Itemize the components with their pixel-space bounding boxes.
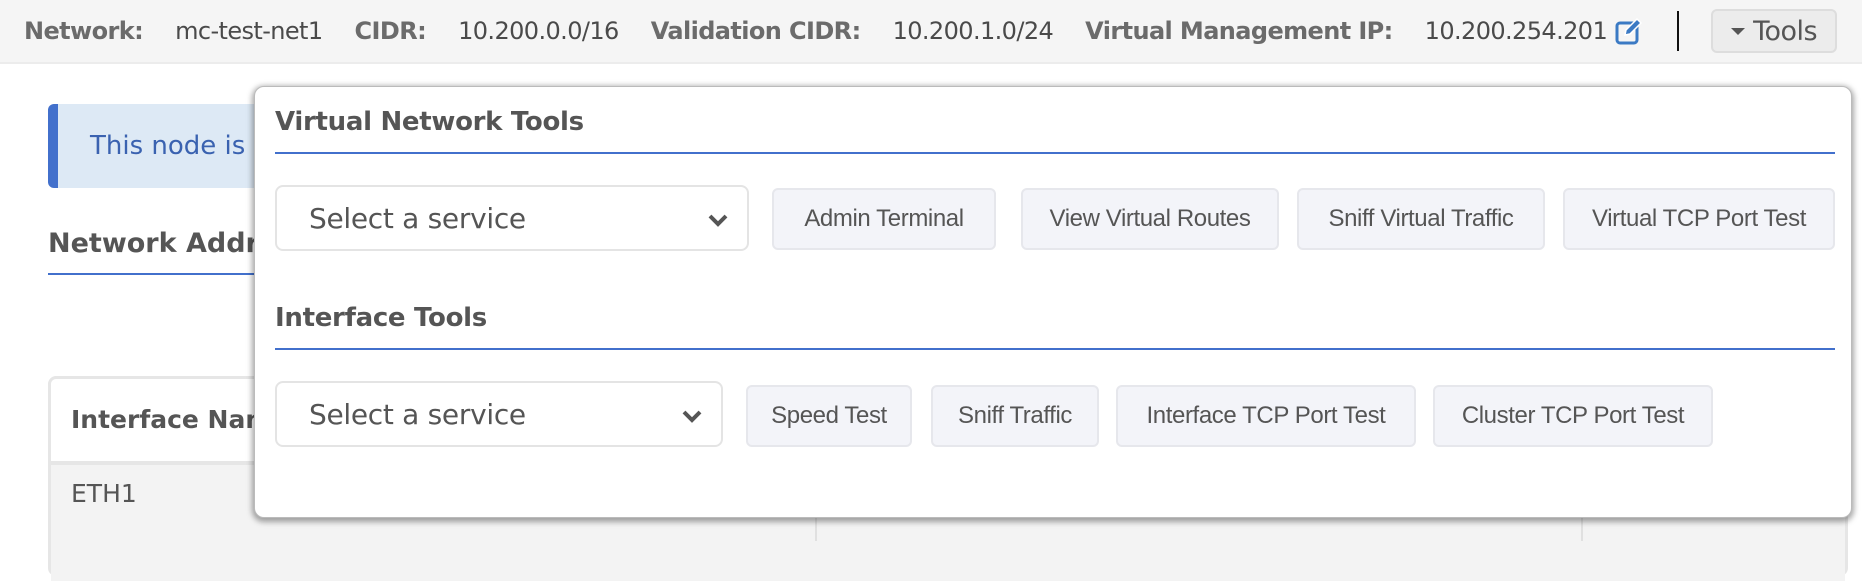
network-info-bar: Network: mc-test-net1 CIDR: 10.200.0.0/1… bbox=[0, 0, 1862, 64]
virtual-network-service-select[interactable]: Select a service bbox=[275, 185, 749, 251]
sniff-traffic-button[interactable]: Sniff Traffic bbox=[931, 385, 1099, 447]
cidr-label: CIDR: bbox=[354, 17, 427, 45]
interface-tcp-port-test-button[interactable]: Interface TCP Port Test bbox=[1116, 385, 1416, 447]
network-addresses-title: Network Addre bbox=[48, 228, 278, 259]
virtual-management-ip-value: 10.200.254.201 bbox=[1424, 17, 1608, 45]
speed-test-button[interactable]: Speed Test bbox=[746, 385, 912, 447]
virtual-network-tools-title: Virtual Network Tools bbox=[275, 107, 584, 137]
interface-service-select[interactable]: Select a service bbox=[275, 381, 723, 447]
chevron-down-icon bbox=[708, 214, 728, 227]
tools-dropdown-button[interactable]: Tools bbox=[1711, 9, 1838, 53]
section-divider bbox=[275, 348, 1835, 350]
cidr-value: 10.200.0.0/16 bbox=[458, 17, 619, 45]
select-value: Select a service bbox=[309, 201, 526, 235]
edit-icon[interactable] bbox=[1615, 17, 1643, 45]
section-divider bbox=[275, 152, 1835, 154]
tools-dropdown-panel: Virtual Network Tools Select a service A… bbox=[254, 86, 1852, 518]
sniff-virtual-traffic-button[interactable]: Sniff Virtual Traffic bbox=[1297, 188, 1545, 250]
chevron-down-icon bbox=[682, 410, 702, 423]
caret-down-icon bbox=[1731, 27, 1746, 35]
virtual-management-ip-label: Virtual Management IP: bbox=[1085, 17, 1393, 45]
network-label: Network: bbox=[24, 17, 144, 45]
network-value: mc-test-net1 bbox=[175, 17, 323, 45]
select-value: Select a service bbox=[309, 397, 526, 431]
tools-label: Tools bbox=[1753, 15, 1818, 47]
column-header-interface-name: Interface Nam bbox=[71, 404, 272, 434]
view-virtual-routes-button[interactable]: View Virtual Routes bbox=[1021, 188, 1279, 250]
divider bbox=[1677, 11, 1680, 51]
cell-interface-name: ETH1 bbox=[71, 479, 137, 508]
virtual-tcp-port-test-button[interactable]: Virtual TCP Port Test bbox=[1563, 188, 1835, 250]
alert-text: This node is a bbox=[90, 131, 270, 161]
admin-terminal-button[interactable]: Admin Terminal bbox=[772, 188, 996, 250]
interface-tools-title: Interface Tools bbox=[275, 303, 487, 333]
validation-cidr-label: Validation CIDR: bbox=[650, 17, 861, 45]
validation-cidr-value: 10.200.1.0/24 bbox=[892, 17, 1054, 45]
cluster-tcp-port-test-button[interactable]: Cluster TCP Port Test bbox=[1433, 385, 1713, 447]
